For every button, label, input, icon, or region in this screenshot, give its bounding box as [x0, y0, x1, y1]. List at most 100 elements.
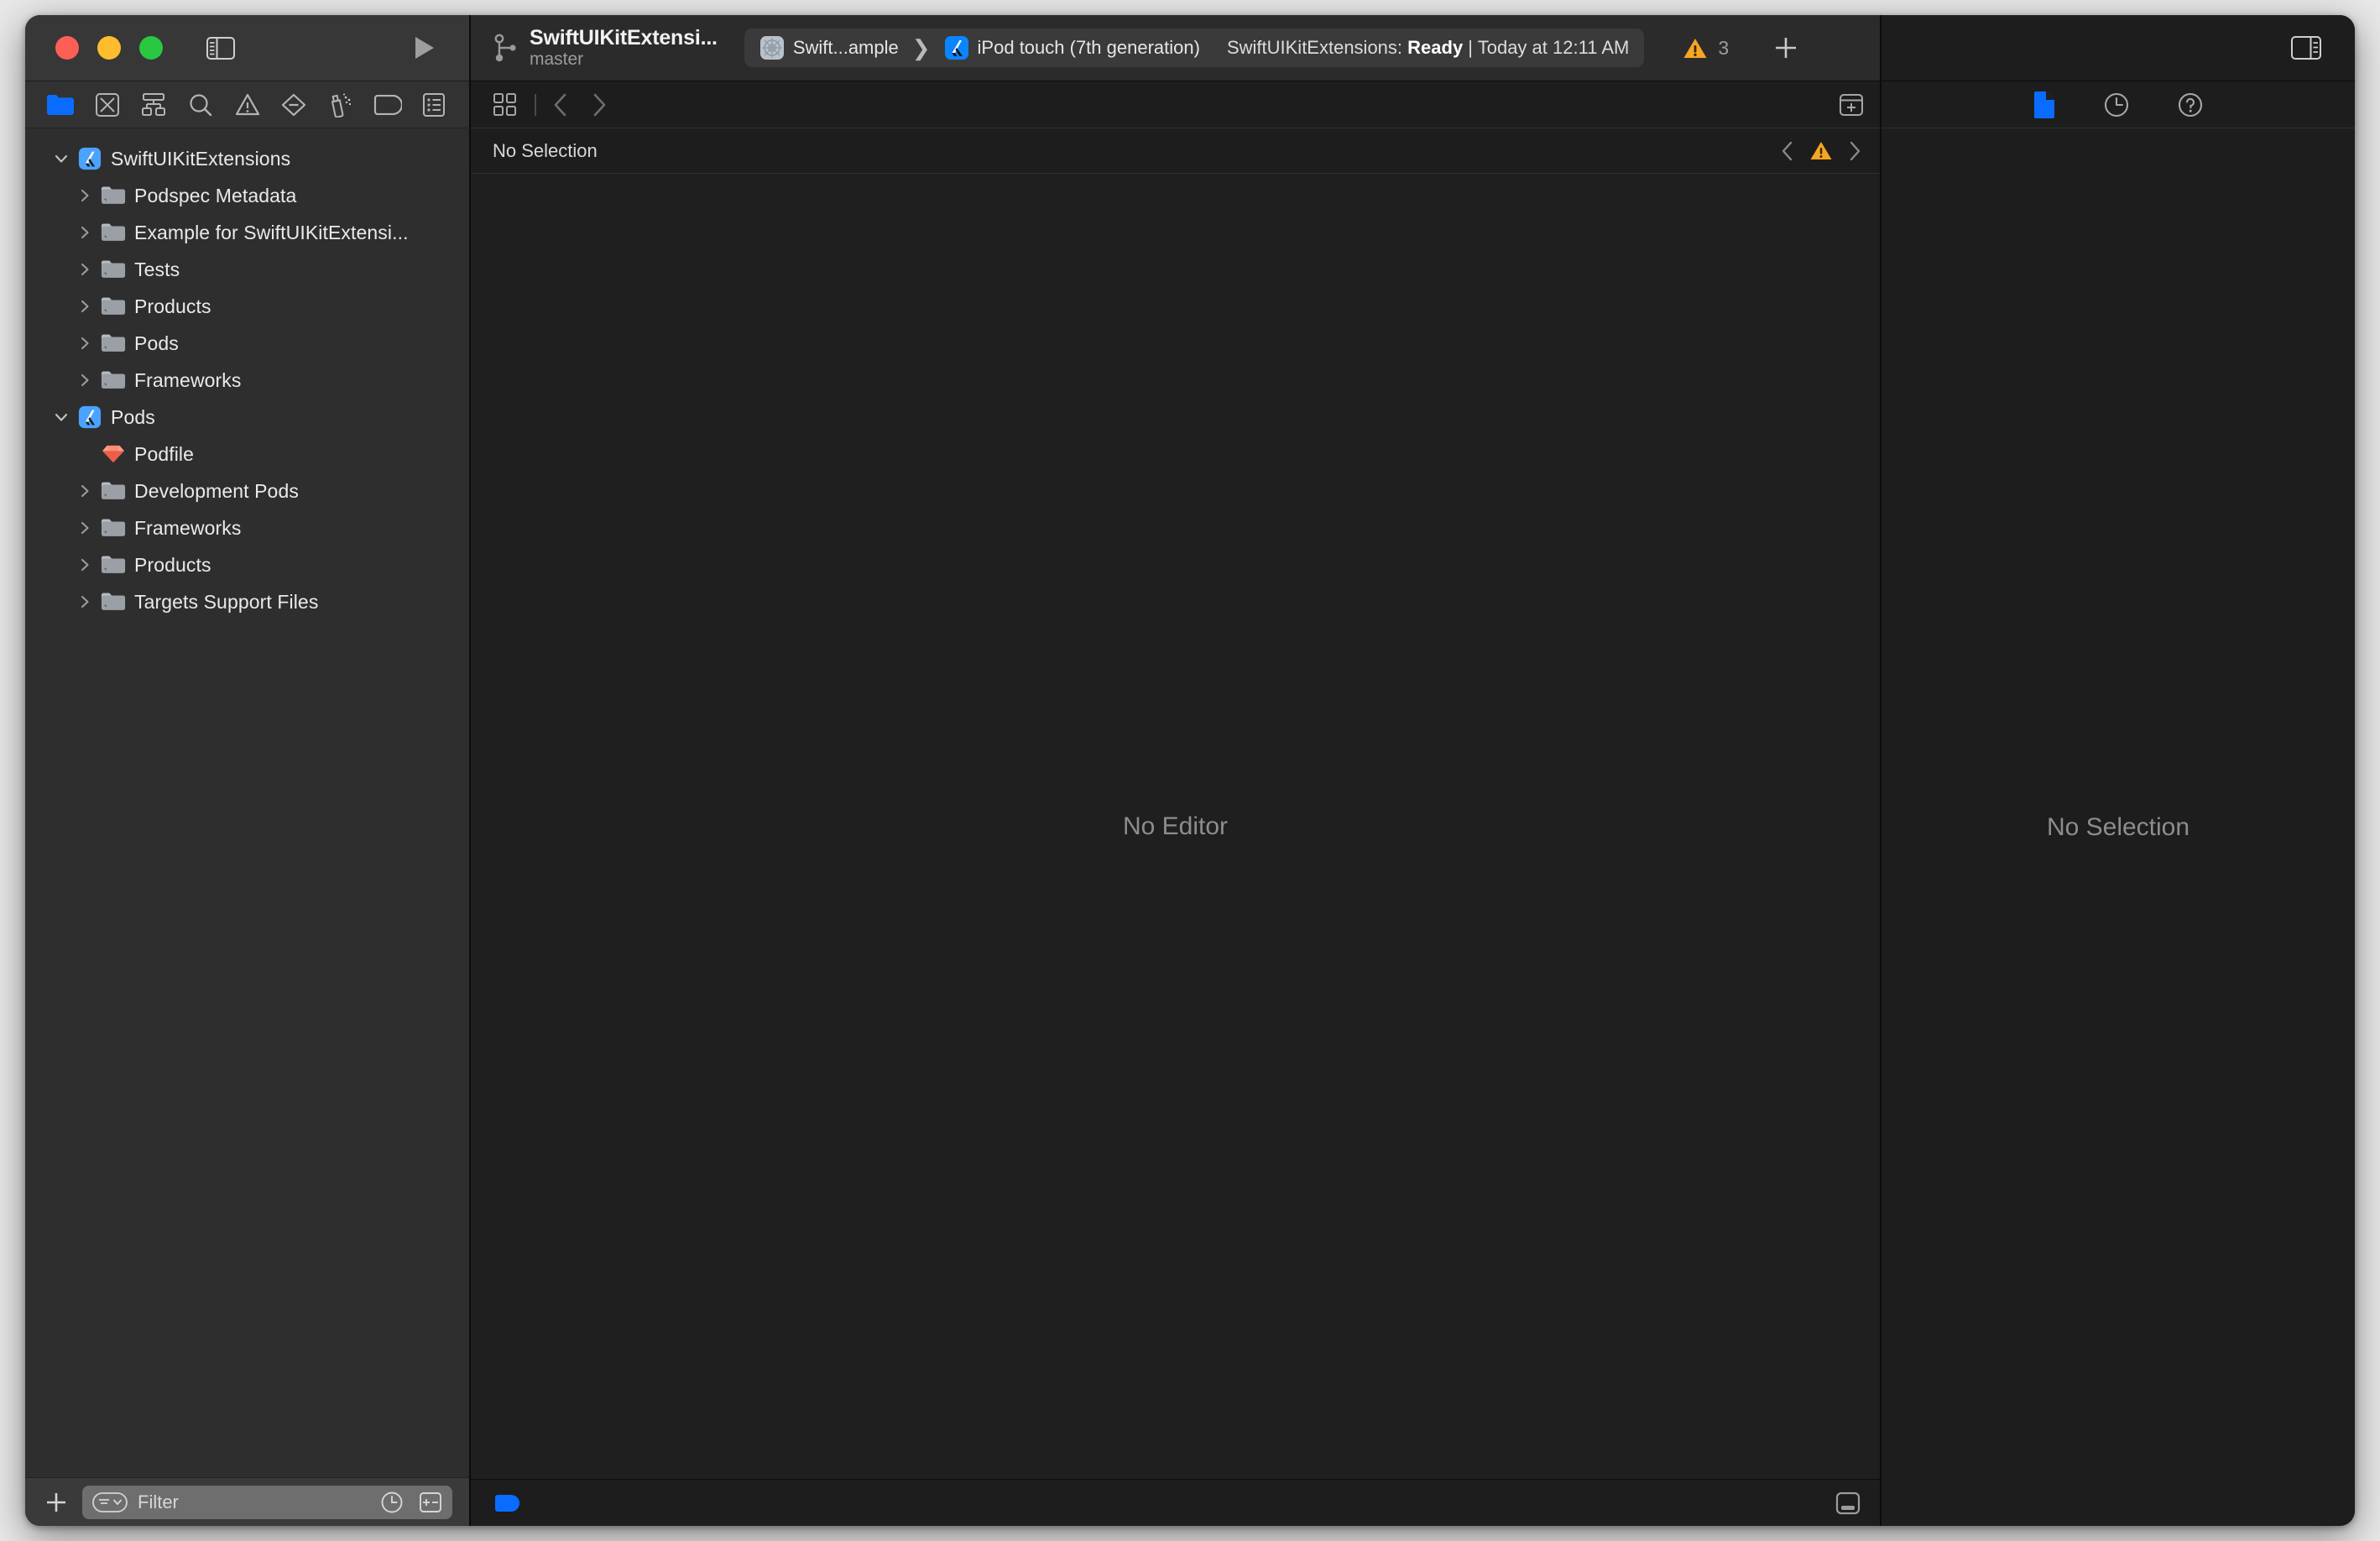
warning-triangle-icon [235, 93, 259, 116]
disclosure-triangle-closed[interactable] [72, 520, 97, 536]
disclosure-triangle-closed[interactable] [72, 593, 97, 610]
tree-item[interactable]: Frameworks [25, 509, 469, 546]
chevron-right-icon [81, 595, 89, 609]
filter-placeholder: Filter [138, 1491, 179, 1512]
disclosure-triangle-open[interactable] [49, 409, 74, 426]
tree-item[interactable]: Products [25, 546, 469, 583]
titlebar-inspector-section [1880, 15, 2355, 81]
add-button[interactable] [1772, 34, 1799, 61]
chevron-right-icon [81, 521, 89, 535]
clock-icon [2104, 92, 2129, 117]
folder-icon [97, 592, 129, 612]
minimize-button[interactable] [97, 36, 121, 60]
tree-item[interactable]: Pods [25, 325, 469, 362]
inspector-toggle-button[interactable] [2291, 36, 2321, 60]
tree-item-label: Frameworks [134, 516, 242, 539]
folder-icon [97, 333, 129, 353]
add-editor-button[interactable] [1838, 92, 1865, 118]
sidebar-item-source-control-navigator[interactable] [84, 85, 131, 125]
scheme-destination-bar[interactable]: Swift...ample ❯ iPod touch (7th generati… [744, 29, 1645, 67]
run-button[interactable] [414, 35, 436, 60]
sidebar-item-issue-navigator[interactable] [224, 85, 271, 125]
document-icon [2034, 91, 2054, 118]
tree-item[interactable]: Targets Support Files [25, 583, 469, 620]
sidebar-item-project-navigator[interactable] [37, 85, 84, 125]
warning-triangle-icon [1683, 38, 1707, 58]
folder-icon [97, 518, 129, 538]
sidebar-item-debug-navigator[interactable] [317, 85, 364, 125]
tree-item[interactable]: Podspec Metadata [25, 177, 469, 214]
editor-content-area: No Editor [471, 174, 1880, 1479]
previous-issue-button[interactable] [1781, 140, 1794, 162]
project-navigator-tree[interactable]: SwiftUIKitExtensions Podspec Metadata Ex… [25, 128, 469, 1477]
folder-icon [97, 296, 129, 316]
disclosure-triangle-closed[interactable] [72, 298, 97, 315]
sidebar-item-find-navigator[interactable] [177, 85, 224, 125]
tree-item[interactable]: Tests [25, 251, 469, 288]
ruby-gem-icon [102, 445, 124, 463]
disclosure-triangle-closed[interactable] [72, 372, 97, 389]
inspector-tab-bar [1882, 81, 2355, 128]
scheme-crumb[interactable]: Swift...ample [759, 35, 899, 60]
tree-item-label: SwiftUIKitExtensions [111, 147, 291, 170]
tab-history-inspector[interactable] [2103, 91, 2130, 118]
add-file-button[interactable] [44, 1490, 69, 1515]
tree-item[interactable]: Products [25, 288, 469, 325]
disclosure-triangle-open[interactable] [49, 150, 74, 167]
toggle-debug-area-button[interactable] [1835, 1491, 1861, 1516]
tree-item[interactable]: Pods [25, 399, 469, 436]
zoom-button[interactable] [139, 36, 163, 60]
build-status: SwiftUIKitExtensions: Ready | Today at 1… [1226, 37, 1630, 58]
tree-item-label: Tests [134, 258, 180, 280]
tree-item[interactable]: Frameworks [25, 362, 469, 399]
disclosure-triangle-closed[interactable] [72, 261, 97, 278]
warning-indicator[interactable]: 3 [1683, 37, 1729, 60]
disclosure-triangle-closed[interactable] [72, 187, 97, 204]
sidebar-item-symbol-navigator[interactable] [130, 85, 177, 125]
chevron-right-icon [81, 226, 89, 239]
tree-item[interactable]: SwiftUIKitExtensions [25, 140, 469, 177]
tree-item[interactable]: Development Pods [25, 473, 469, 509]
sidebar-item-breakpoint-navigator[interactable] [364, 85, 411, 125]
xcode-project-icon [78, 405, 102, 429]
sidebar-item-test-navigator[interactable] [270, 85, 317, 125]
disclosure-triangle-closed[interactable] [72, 483, 97, 499]
branch-label: master [530, 50, 584, 70]
tab-file-inspector[interactable] [2033, 91, 2056, 119]
tree-item[interactable]: Podfile [25, 436, 469, 473]
next-issue-button[interactable] [1848, 140, 1861, 162]
destination-crumb[interactable]: iPod touch (7th generation) [944, 35, 1200, 60]
filter-input[interactable]: Filter [82, 1485, 452, 1519]
disclosure-triangle-closed[interactable] [72, 556, 97, 573]
chevron-right-icon [593, 93, 606, 116]
chevron-right-icon [1850, 141, 1861, 160]
sidebar-item-report-navigator[interactable] [410, 85, 457, 125]
inspector-content-area: No Selection [1882, 128, 2355, 1526]
tree-item-label: Podfile [134, 442, 195, 465]
tab-quick-help-inspector[interactable] [2177, 91, 2204, 118]
navigator-toggle-button[interactable] [206, 36, 235, 60]
folder-icon [101, 482, 126, 499]
tree-item-label: Targets Support Files [134, 590, 319, 613]
disclosure-triangle-closed[interactable] [72, 224, 97, 241]
no-selection-placeholder: No Selection [2046, 812, 2190, 841]
close-button[interactable] [55, 36, 79, 60]
issue-badge[interactable] [1809, 140, 1833, 161]
jumpbar-divider [535, 93, 536, 116]
tree-item-label: Development Pods [134, 479, 299, 502]
related-items-button[interactable] [493, 92, 518, 118]
hierarchy-icon [142, 92, 166, 116]
tree-item[interactable]: Example for SwiftUIKitExtensi... [25, 214, 469, 251]
xcode-window: SwiftUIKitExtensi... master Swift...ampl… [25, 15, 2355, 1526]
title-bar: SwiftUIKitExtensi... master Swift...ampl… [25, 15, 2355, 81]
scheme-label: Swift...ample [792, 37, 899, 58]
scheme-branch-block[interactable]: SwiftUIKitExtensi... master [493, 26, 718, 70]
xcode-project-icon [74, 405, 106, 429]
go-forward-button[interactable] [592, 92, 607, 118]
navigator-tab-bar [25, 81, 469, 128]
add-editor-icon [1840, 93, 1863, 116]
disclosure-triangle-closed[interactable] [72, 335, 97, 352]
project-title: SwiftUIKitExtensi... [530, 26, 718, 50]
go-back-button[interactable] [553, 92, 568, 118]
blue-tag-button[interactable] [494, 1494, 519, 1512]
